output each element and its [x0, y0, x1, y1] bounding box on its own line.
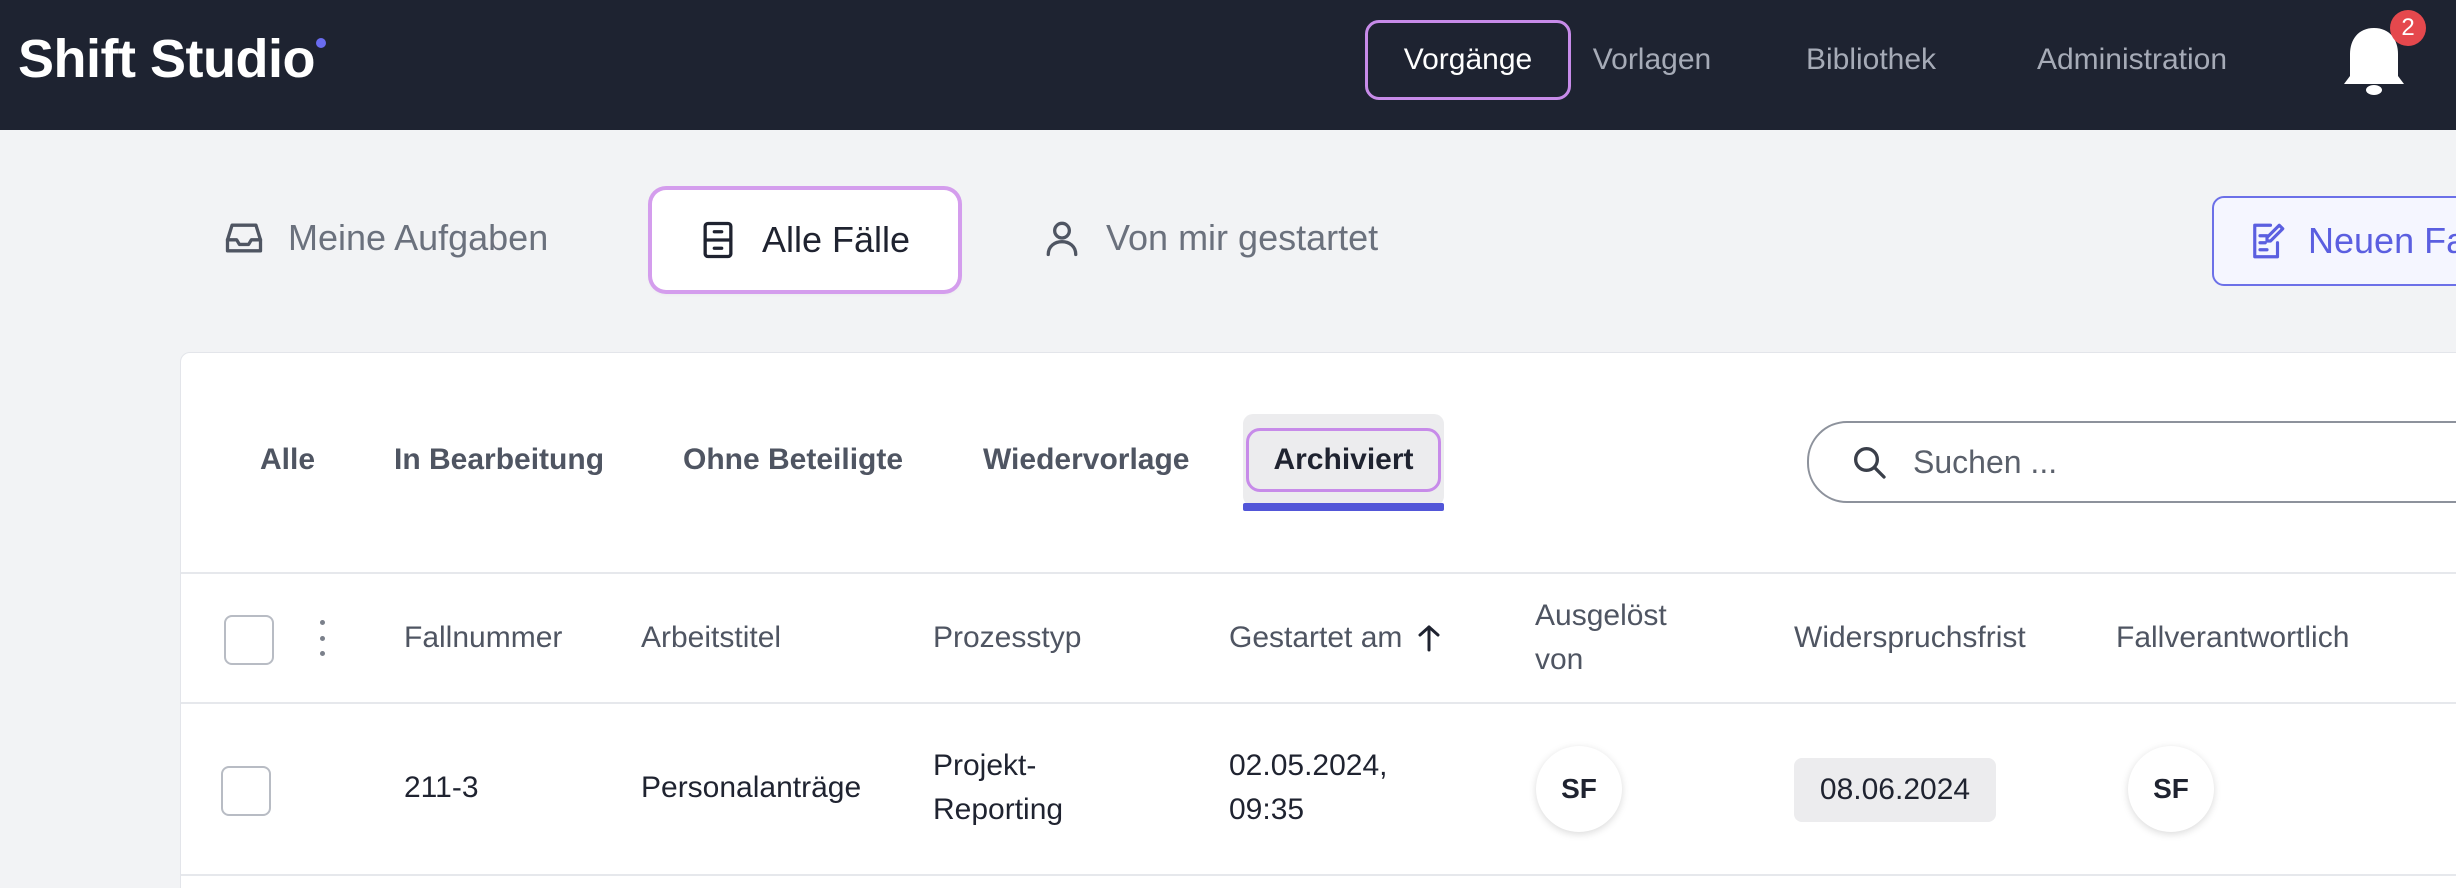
cell-prozesstyp: Projekt- Reporting	[933, 744, 1063, 832]
column-header-widerspruchsfrist[interactable]: Widerspruchsfrist	[1794, 616, 2026, 660]
logo-dot	[316, 38, 326, 48]
cell-prozesstyp-line1: Projekt-	[933, 749, 1037, 782]
row-checkbox[interactable]	[221, 766, 271, 816]
cell-fallnummer[interactable]: 211-3	[404, 766, 479, 810]
filter-wiedervorlage[interactable]: Wiedervorlage	[983, 414, 1189, 506]
filter-archiviert-label: Archiviert	[1246, 428, 1441, 492]
column-options-icon[interactable]	[312, 620, 332, 656]
filter-ohne-beteiligte[interactable]: Ohne Beteiligte	[683, 414, 903, 506]
active-tab-indicator	[1243, 503, 1444, 511]
row-divider	[181, 702, 2456, 704]
cell-gestartet-date: 02.05.2024,	[1229, 749, 1388, 782]
select-all-checkbox[interactable]	[224, 615, 274, 665]
column-header-arbeitstitel[interactable]: Arbeitstitel	[641, 616, 781, 660]
filter-in-bearbeitung[interactable]: In Bearbeitung	[394, 414, 604, 506]
column-header-gestartet-am-label: Gestartet am	[1229, 621, 1403, 654]
nav-vorlagen[interactable]: Vorlagen	[1570, 20, 1734, 100]
cell-prozesstyp-line2: Reporting	[933, 793, 1064, 826]
column-header-prozesstyp[interactable]: Prozesstyp	[933, 616, 1081, 660]
nav-vorgaenge[interactable]: Vorgänge	[1365, 20, 1571, 100]
cell-gestartet-time: 09:35	[1229, 793, 1305, 826]
nav-administration[interactable]: Administration	[2010, 20, 2254, 100]
filter-alle[interactable]: Alle	[260, 414, 315, 506]
new-case-button[interactable]: Neuen Fa	[2212, 196, 2456, 286]
inbox-icon	[222, 216, 266, 260]
column-header-ausgeloest-line2: von	[1535, 643, 1584, 676]
column-header-fallnummer[interactable]: Fallnummer	[404, 616, 562, 660]
cell-gestartet-am: 02.05.2024, 09:35	[1229, 744, 1387, 832]
search-field[interactable]	[1807, 421, 2456, 503]
tab-alle-faelle[interactable]: Alle Fälle	[652, 190, 958, 290]
tab-von-mir-gestartet-label: Von mir gestartet	[1106, 217, 1379, 258]
app-logo[interactable]: Shift Studio	[18, 28, 315, 90]
top-nav-bar: Shift Studio Vorgänge Vorlagen Bibliothe…	[0, 0, 2456, 130]
column-header-ausgeloest-line1: Ausgelöst	[1535, 599, 1667, 632]
tab-meine-aufgaben[interactable]: Meine Aufgaben	[222, 178, 602, 298]
deadline-badge: 08.06.2024	[1794, 758, 1996, 822]
column-header-gestartet-am[interactable]: Gestartet am	[1229, 616, 1442, 660]
notification-badge: 2	[2390, 10, 2426, 46]
cell-arbeitstitel[interactable]: Personalanträge	[641, 766, 861, 810]
archive-box-icon	[696, 218, 740, 262]
column-header-fallverantwortlich[interactable]: Fallverantwortlich	[2116, 616, 2349, 660]
tab-von-mir-gestartet[interactable]: Von mir gestartet	[1040, 178, 1460, 298]
search-icon	[1849, 442, 1889, 482]
new-case-label: Neuen Fa	[2308, 220, 2456, 261]
filter-archiviert[interactable]: Archiviert	[1243, 414, 1444, 506]
header-divider	[181, 572, 2456, 574]
tab-meine-aufgaben-label: Meine Aufgaben	[288, 217, 549, 258]
search-input[interactable]	[1913, 443, 2413, 481]
user-icon	[1040, 216, 1084, 260]
edit-document-icon	[2246, 220, 2288, 262]
tab-alle-faelle-label: Alle Fälle	[762, 219, 911, 260]
arrow-up-icon	[1416, 623, 1442, 653]
row-divider	[181, 874, 2456, 876]
column-header-ausgeloest-von[interactable]: Ausgelöst von	[1535, 594, 1667, 682]
avatar[interactable]: SF	[2128, 746, 2214, 832]
avatar[interactable]: SF	[1536, 746, 1622, 832]
nav-bibliothek[interactable]: Bibliothek	[1784, 20, 1958, 100]
